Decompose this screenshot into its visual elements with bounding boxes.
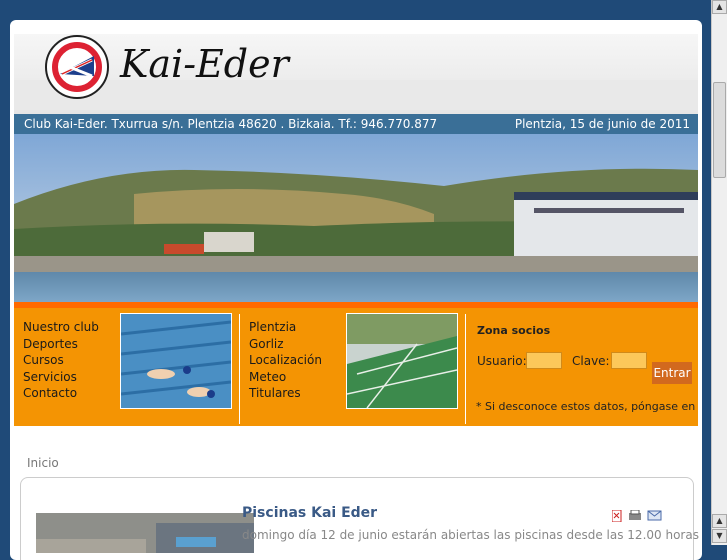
- current-date: Plentzia, 15 de junio de 2011: [514, 117, 690, 131]
- menu-item-gorliz[interactable]: Gorliz: [249, 336, 322, 353]
- swimming-pool-photo: [120, 313, 232, 409]
- login-divider: [465, 314, 466, 424]
- menu-item-contacto[interactable]: Contacto: [23, 385, 99, 402]
- login-title: Zona socios: [477, 324, 551, 337]
- username-input[interactable]: [526, 352, 562, 369]
- site-title[interactable]: Kai-Eder: [120, 42, 289, 86]
- tennis-court-photo: [346, 313, 458, 409]
- main-menu: Nuestro club Deportes Cursos Servicios C…: [23, 319, 99, 402]
- menu-item-cursos[interactable]: Cursos: [23, 352, 99, 369]
- username-label: Usuario:: [477, 354, 527, 368]
- scroll-up-icon[interactable]: ▲: [712, 0, 727, 14]
- article-tools: [611, 507, 662, 526]
- login-help-note: * Si desconoce estos datos, póngase en: [476, 400, 696, 413]
- password-input[interactable]: [611, 352, 647, 369]
- pdf-icon[interactable]: [611, 509, 622, 523]
- password-label: Clave:: [572, 354, 610, 368]
- article-text: domingo día 12 de junio estarán abiertas…: [242, 528, 699, 542]
- breadcrumb[interactable]: Inicio: [27, 456, 59, 470]
- club-address: Club Kai-Eder. Txurrua s/n. Plentzia 486…: [24, 117, 438, 131]
- menu-item-plentzia[interactable]: Plentzia: [249, 319, 322, 336]
- menu-item-servicios[interactable]: Servicios: [23, 369, 99, 386]
- secondary-menu: Plentzia Gorliz Localización Meteo Titul…: [249, 319, 322, 402]
- scroll-up-icon-lower[interactable]: ▲: [712, 514, 727, 528]
- harbor-banner-image: [14, 134, 698, 302]
- menu-item-titulares[interactable]: Titulares: [249, 385, 322, 402]
- email-icon[interactable]: [647, 510, 662, 521]
- print-icon[interactable]: [629, 509, 641, 520]
- info-bar: Club Kai-Eder. Txurrua s/n. Plentzia 486…: [14, 114, 698, 134]
- navigation-panel: Nuestro club Deportes Cursos Servicios C…: [14, 302, 698, 426]
- menu-item-deportes[interactable]: Deportes: [23, 336, 99, 353]
- article-title[interactable]: Piscinas Kai Eder: [242, 505, 377, 521]
- menu-divider: [239, 314, 240, 424]
- login-button[interactable]: Entrar: [652, 362, 692, 384]
- vertical-scrollbar[interactable]: ▲ ▲ ▼: [711, 0, 727, 545]
- club-logo[interactable]: [44, 34, 110, 100]
- page-container: Kai-Eder Club Kai-Eder. Txurrua s/n. Ple…: [10, 20, 702, 560]
- scroll-down-icon[interactable]: ▼: [712, 529, 727, 543]
- scrollbar-thumb[interactable]: [713, 82, 726, 178]
- menu-item-nuestro-club[interactable]: Nuestro club: [23, 319, 99, 336]
- article-image: [36, 513, 254, 553]
- header-band: [14, 80, 698, 110]
- menu-item-localizacion[interactable]: Localización: [249, 352, 322, 369]
- menu-item-meteo[interactable]: Meteo: [249, 369, 322, 386]
